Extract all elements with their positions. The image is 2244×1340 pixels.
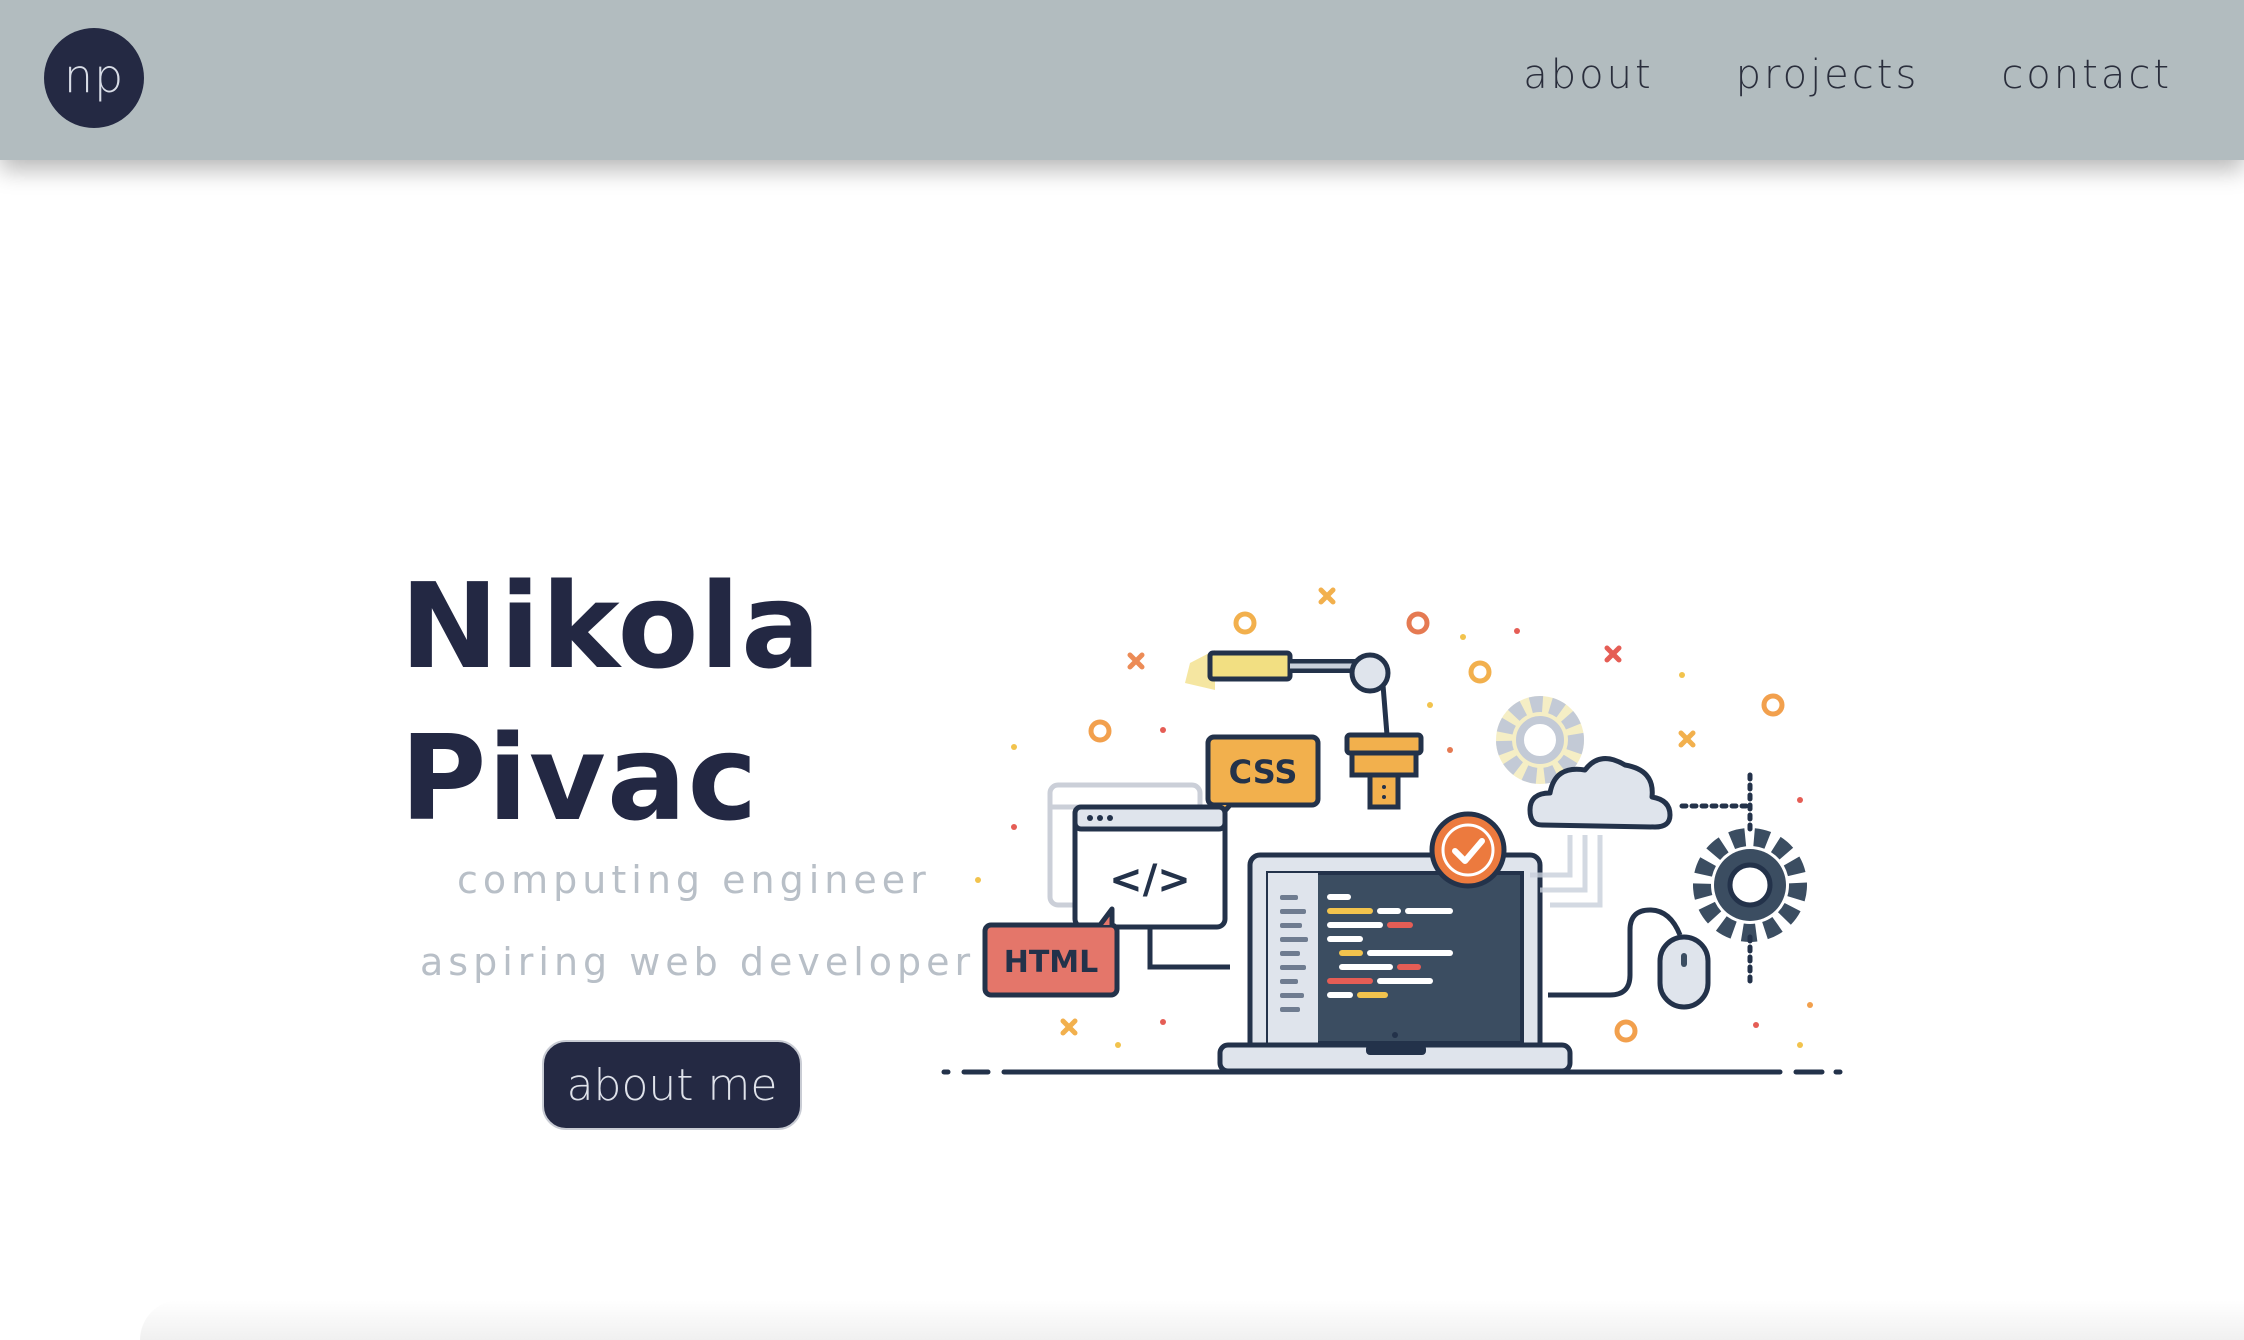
nav-links: about projects contact <box>1523 52 2172 98</box>
nav-link-projects[interactable]: projects <box>1736 52 1920 98</box>
about-me-button[interactable]: about me <box>542 1040 802 1130</box>
subtitle-computing-engineer: computing engineer <box>457 858 931 902</box>
nav-link-about[interactable]: about <box>1523 52 1653 98</box>
code-tag-label: </> <box>1109 857 1191 903</box>
laptop <box>1217 852 1573 1074</box>
mouse-icon <box>1548 907 1711 1010</box>
navbar: np about projects contact <box>0 0 2244 160</box>
hero-first-name: Nikola <box>400 557 822 695</box>
html-tag-label: HTML <box>1004 945 1099 980</box>
web-development-illustration: CSS </> HTML <box>941 587 1843 1075</box>
hero-name: Nikola Pivac <box>400 550 822 854</box>
nav-link-contact[interactable]: contact <box>2001 52 2172 98</box>
check-badge-icon <box>1429 811 1507 889</box>
css-tag-label: CSS <box>1229 753 1298 791</box>
logo-text: np <box>63 49 125 103</box>
section-divider-shadow <box>140 1300 2244 1340</box>
about-me-button-label: about me <box>566 1059 778 1111</box>
hero-last-name: Pivac <box>400 709 759 847</box>
logo[interactable]: np <box>44 28 144 128</box>
gear-icon-dark <box>1693 828 1807 942</box>
subtitle-web-developer: aspiring web developer <box>420 940 976 984</box>
